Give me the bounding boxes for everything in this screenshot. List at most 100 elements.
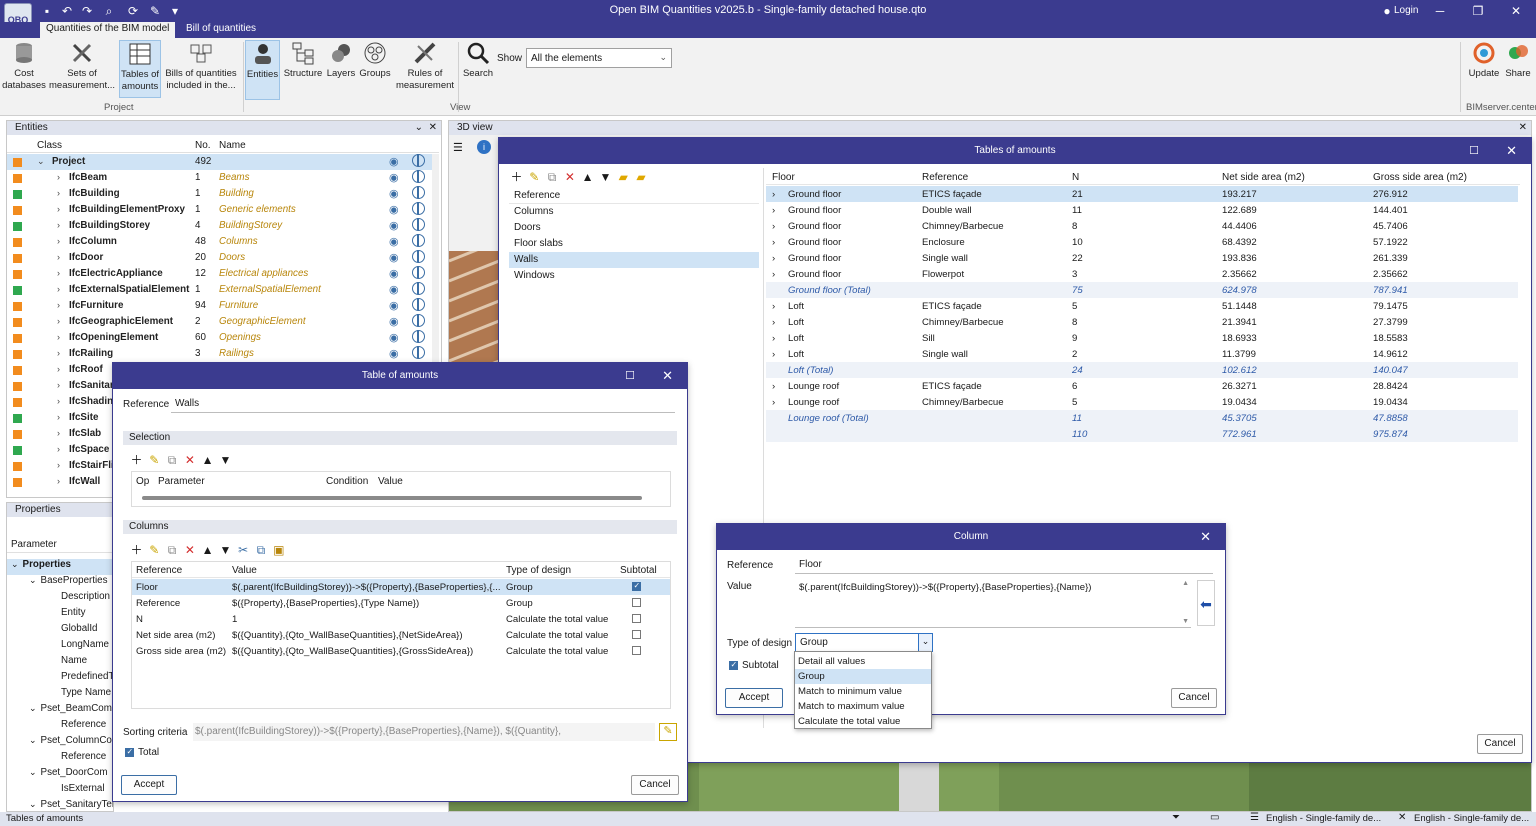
login-link[interactable]: Login	[1394, 5, 1418, 16]
scroll-up-icon[interactable]: ▲	[1182, 580, 1189, 587]
accept-button[interactable]: Accept	[121, 775, 177, 795]
dropdown-option[interactable]: Group	[795, 669, 931, 684]
dropdown-option[interactable]: Detail all values	[795, 654, 931, 669]
close-icon[interactable]: ✕	[1200, 524, 1211, 550]
cost-databases-button[interactable]: Cost databases	[2, 40, 46, 92]
grid-row[interactable]: › Ground floor Chimney/Barbecue 8 44.4406 45.…	[766, 218, 1518, 234]
total-checkbox[interactable]: Total	[125, 747, 159, 758]
chevron-right-icon[interactable]: ›	[57, 348, 60, 358]
entity-row[interactable]: ⌄ Project 492 ◉	[7, 154, 439, 170]
delete-icon[interactable]: ✕	[182, 453, 197, 467]
chevron-right-icon[interactable]: ›	[57, 268, 60, 278]
eye-icon[interactable]: ◉	[389, 219, 399, 232]
update-button[interactable]: Update	[1466, 40, 1502, 80]
search-button[interactable]: Search	[460, 40, 496, 80]
chevron-right-icon[interactable]: ›	[57, 316, 60, 326]
property-row[interactable]: GlobalId	[61, 623, 98, 639]
reference-input[interactable]: Walls	[171, 395, 675, 413]
property-row[interactable]: Reference	[61, 719, 106, 735]
grid-total-row[interactable]: Ground floor (Total) 75 624.978 787.941	[766, 282, 1518, 298]
close-icon[interactable]: ✕	[662, 363, 673, 389]
accept-button[interactable]: Accept	[725, 688, 783, 708]
property-row[interactable]: ⌄ Pset_DoorCom	[29, 767, 108, 783]
chevron-right-icon[interactable]: ›	[57, 188, 60, 198]
tables-of-amounts-button[interactable]: Tables of amounts	[119, 40, 161, 98]
entity-row[interactable]: › IfcOpeningElement 60 Openings ◉	[7, 330, 439, 346]
tab-bill-of-quantities[interactable]: Bill of quantities	[180, 22, 262, 38]
chevron-right-icon[interactable]: ›	[57, 332, 60, 342]
table-list-item[interactable]: Reference	[509, 188, 759, 204]
eye-icon[interactable]: ◉	[389, 203, 399, 216]
chevron-right-icon[interactable]: ›	[57, 364, 60, 374]
chevron-right-icon[interactable]: ›	[57, 396, 60, 406]
cancel-button[interactable]: Cancel	[1477, 734, 1523, 754]
locate-icon[interactable]	[412, 266, 425, 279]
chevron-right-icon[interactable]: ›	[57, 300, 60, 310]
edit-icon[interactable]: ✎	[527, 170, 542, 184]
entity-row[interactable]: › IfcRailing 3 Railings ◉	[7, 346, 439, 362]
subtotal-checkbox[interactable]	[632, 614, 641, 623]
subtotal-checkbox-box[interactable]	[729, 660, 738, 670]
layers-button[interactable]: Layers	[326, 40, 356, 80]
chevron-down-icon[interactable]: ⌄	[37, 156, 45, 167]
grid-row[interactable]: › Loft ETICS façade 5 51.1448 79.1475	[766, 298, 1518, 314]
entity-row[interactable]: › IfcBuildingStorey 4 BuildingStorey ◉	[7, 218, 439, 234]
property-row[interactable]: ⌄ Properties	[7, 559, 113, 575]
chevron-down-icon[interactable]: ⌄	[11, 559, 19, 569]
cut-icon[interactable]: ✂	[236, 543, 251, 557]
horizontal-scrollbar[interactable]	[142, 496, 642, 500]
locate-icon[interactable]	[412, 346, 425, 359]
property-row[interactable]: ⌄ BaseProperties	[29, 575, 108, 591]
table-list-item[interactable]: Windows	[509, 268, 759, 284]
column-row[interactable]: Floor $(.parent(IfcBuildingStorey))->$({P…	[132, 579, 670, 595]
copy-icon[interactable]: ⧉	[165, 543, 180, 558]
chevron-right-icon[interactable]: ›	[57, 220, 60, 230]
table-list-item[interactable]: Walls	[509, 252, 759, 268]
locate-icon[interactable]	[412, 154, 425, 167]
property-row[interactable]: Type Name	[61, 687, 111, 703]
chevron-down-icon[interactable]: ⌄	[29, 799, 37, 809]
chevron-down-icon[interactable]: ⌄	[29, 735, 37, 745]
eye-icon[interactable]: ◉	[389, 267, 399, 280]
table-list-item[interactable]: Columns	[509, 204, 759, 220]
add-icon[interactable]: ＋	[509, 168, 524, 185]
subtotal-checkbox[interactable]	[632, 581, 641, 591]
cancel-button[interactable]: Cancel	[631, 775, 679, 795]
chevron-right-icon[interactable]: ›	[57, 380, 60, 390]
close-icon[interactable]: ✕	[1506, 138, 1517, 164]
eye-icon[interactable]: ◉	[389, 331, 399, 344]
chevron-right-icon[interactable]: ›	[57, 476, 60, 486]
chevron-down-icon[interactable]: ⌄	[918, 634, 932, 651]
eye-icon[interactable]: ◉	[389, 187, 399, 200]
chevron-right-icon[interactable]: ›	[772, 269, 775, 280]
chevron-down-icon[interactable]: ⌄	[415, 121, 423, 135]
chevron-right-icon[interactable]: ›	[772, 253, 775, 264]
chevron-right-icon[interactable]: ›	[772, 397, 775, 408]
eye-icon[interactable]: ◉	[389, 171, 399, 184]
eye-icon[interactable]: ◉	[389, 347, 399, 360]
info-icon[interactable]: i	[477, 140, 491, 154]
grid-total-row[interactable]: Loft (Total) 24 102.612 140.047	[766, 362, 1518, 378]
entity-row[interactable]: › IfcFurniture 94 Furniture ◉	[7, 298, 439, 314]
share-button[interactable]: Share	[1502, 40, 1534, 80]
grid-total-row[interactable]: Lounge roof (Total) 11 45.3705 47.8858	[766, 410, 1518, 426]
total-checkbox-box[interactable]	[125, 747, 134, 757]
chevron-down-icon[interactable]: ⌄	[29, 767, 37, 777]
chevron-right-icon[interactable]: ›	[57, 460, 60, 470]
rules-of-measurement-button[interactable]: Rules of measurement	[394, 40, 456, 92]
folder-icon[interactable]: ▰	[616, 170, 631, 184]
grid-row[interactable]: › Lounge roof Chimney/Barbecue 5 19.0434 19.0…	[766, 394, 1518, 410]
grid-row[interactable]: › Ground floor Double wall 11 122.689 144.401	[766, 202, 1518, 218]
eye-icon[interactable]: ◉	[389, 155, 399, 168]
move-up-icon[interactable]: ▲	[580, 170, 595, 184]
edit-sorting-icon[interactable]: ✎	[659, 723, 677, 741]
grid-row[interactable]: › Ground floor ETICS façade 21 193.217 276.91…	[766, 186, 1518, 202]
tab-quantities[interactable]: Quantities of the BIM model	[40, 22, 176, 38]
property-row[interactable]: LongName	[61, 639, 109, 655]
entity-row[interactable]: › IfcElectricAppliance 12 Electrical applia…	[7, 266, 439, 282]
property-row[interactable]: Entity	[61, 607, 86, 623]
locate-icon[interactable]	[412, 330, 425, 343]
grid-row[interactable]: › Loft Sill 9 18.6933 18.5583	[766, 330, 1518, 346]
chevron-down-icon[interactable]: ⌄	[29, 575, 37, 585]
entities-button[interactable]: Entities	[245, 40, 280, 100]
